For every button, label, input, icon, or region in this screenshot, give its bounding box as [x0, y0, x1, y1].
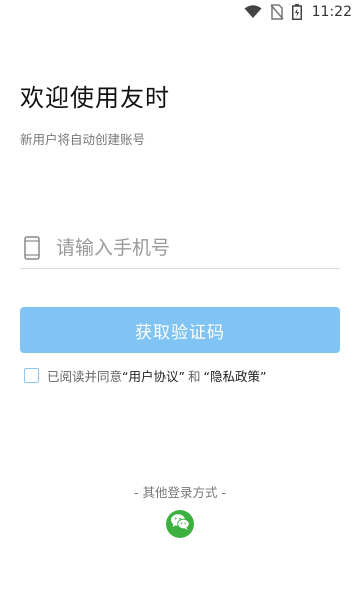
- phone-field: [20, 228, 340, 269]
- user-agreement-link[interactable]: “用户协议”: [122, 366, 185, 385]
- status-time: 11:22: [311, 4, 352, 20]
- agreement-checkbox[interactable]: [24, 368, 39, 383]
- phone-input[interactable]: [56, 237, 316, 259]
- agreement-row: 已阅读并同意 “用户协议” 和 “隐私政策”: [24, 366, 266, 385]
- wifi-icon: [244, 5, 262, 19]
- battery-charging-icon: [291, 4, 302, 20]
- agreement-conjunction: 和: [187, 369, 201, 384]
- welcome-title: 欢迎使用友时: [20, 84, 170, 112]
- welcome-subtitle: 新用户将自动创建账号: [20, 132, 146, 147]
- status-bar: 11:22: [0, 0, 360, 24]
- agreement-prefix: 已阅读并同意: [47, 369, 123, 384]
- privacy-policy-link[interactable]: “隐私政策”: [203, 366, 266, 385]
- get-code-button[interactable]: 获取验证码: [20, 307, 340, 353]
- other-login-label: - 其他登录方式 -: [134, 485, 226, 500]
- wechat-login-button[interactable]: [166, 510, 194, 538]
- wechat-icon: [170, 513, 190, 535]
- phone-icon: [24, 233, 48, 263]
- no-sim-icon: [270, 4, 284, 20]
